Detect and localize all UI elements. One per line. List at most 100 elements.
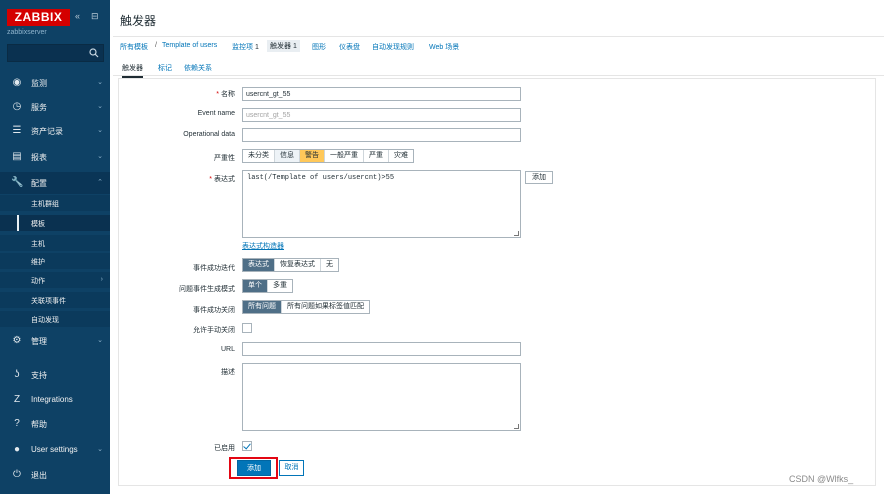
chevron-down-icon: ⌄	[97, 79, 103, 86]
expression-constructor-link[interactable]: 表达式构造器	[242, 241, 284, 251]
operational-data-input[interactable]	[242, 128, 521, 142]
submenu-label: 维护	[31, 259, 45, 266]
resize-handle-icon[interactable]	[514, 424, 519, 429]
submenu-host-groups[interactable]: 主机群组	[0, 195, 110, 211]
allow-manual-close-label: 允许手动关闭	[193, 327, 235, 334]
tab-tags[interactable]: 标记	[158, 63, 172, 73]
collapse-sidebar-icon[interactable]: «	[75, 11, 80, 21]
submenu-discovery[interactable]: 自动发现	[0, 311, 110, 327]
menu-label: 管理	[31, 337, 47, 346]
breadcrumb-template[interactable]: Template of users	[162, 42, 217, 49]
event-name-input[interactable]: usercnt_gt_55	[242, 108, 521, 122]
cancel-button[interactable]: 取消	[279, 460, 304, 476]
expression-textarea[interactable]: last(/Template of users/usercnt)>55	[242, 170, 521, 238]
chart-icon: ▤	[12, 151, 22, 162]
user-icon: ●	[13, 444, 21, 455]
description-textarea[interactable]	[242, 363, 521, 431]
name-label-text: 名称	[221, 91, 235, 98]
tab-dependencies[interactable]: 依赖关系	[184, 63, 212, 73]
triggers-label: 触发器	[270, 43, 291, 50]
menu-label: 服务	[31, 103, 47, 112]
severity-not-classified[interactable]: 未分类	[243, 150, 275, 162]
fullscreen-icon[interactable]: ⊟	[91, 11, 99, 22]
submenu-actions[interactable]: 动作 ›	[0, 272, 110, 288]
chevron-right-icon: ›	[100, 276, 103, 283]
breadcrumb-discovery[interactable]: 自动发现规则	[372, 42, 414, 52]
menu-configuration[interactable]: 🔧 配置 ⌃	[0, 172, 110, 194]
chevron-down-icon: ⌄	[97, 103, 103, 110]
severity-disaster[interactable]: 灾难	[389, 150, 413, 162]
help-icon: ?	[14, 418, 20, 429]
ok-event-generation-label: 事件成功迭代	[193, 265, 235, 272]
chevron-up-icon: ⌃	[97, 179, 103, 186]
name-input[interactable]: usercnt_gt_55	[242, 87, 521, 101]
menu-reports[interactable]: ▤ 报表 ⌄	[0, 146, 110, 168]
submenu-templates[interactable]: 模板	[0, 215, 110, 231]
breadcrumb-all-templates[interactable]: 所有模板	[120, 42, 148, 52]
menu-label: 监测	[31, 79, 47, 88]
sidebar-search-input[interactable]	[7, 44, 104, 62]
event-name-label: Event name	[197, 110, 235, 117]
search-icon[interactable]	[89, 47, 99, 59]
menu-administration[interactable]: ⚙ 管理 ⌄	[0, 330, 110, 352]
breadcrumb-dashboards[interactable]: 仪表盘	[339, 42, 360, 52]
menu-label: Integrations	[31, 395, 73, 404]
breadcrumb-web[interactable]: Web 场景	[429, 42, 459, 52]
page-title: 触发器	[120, 14, 157, 28]
menu-integrations[interactable]: Z Integrations	[0, 389, 110, 411]
ok-event-recovery-expression[interactable]: 恢复表达式	[275, 259, 321, 271]
add-button[interactable]: 添加	[237, 460, 271, 476]
menu-user-settings[interactable]: ● User settings ⌄	[0, 439, 110, 461]
menu-sign-out[interactable]: ⏻ 退出	[0, 464, 110, 486]
chevron-down-icon: ⌄	[97, 446, 103, 453]
add-expression-button[interactable]: 添加	[525, 171, 553, 184]
severity-high[interactable]: 严重	[364, 150, 389, 162]
tab-trigger[interactable]: 触发器	[122, 63, 143, 78]
submenu-maintenance[interactable]: 维护	[0, 253, 110, 269]
list-icon: ☰	[12, 125, 22, 136]
gear-icon: ⚙	[12, 335, 22, 346]
menu-inventory[interactable]: ☰ 资产记录 ⌄	[0, 120, 110, 142]
description-label: 描述	[221, 369, 235, 376]
ok-event-expression[interactable]: 表达式	[243, 259, 275, 271]
chevron-down-icon: ⌄	[97, 127, 103, 134]
menu-services[interactable]: ◷ 服务 ⌄	[0, 96, 110, 118]
submenu-label: 主机群组	[31, 201, 59, 208]
submenu-event-correlation[interactable]: 关联项事件	[0, 292, 110, 308]
problem-mode-single[interactable]: 单个	[243, 280, 268, 292]
submenu-label: 动作	[31, 278, 45, 285]
ok-closes-tag-match[interactable]: 所有问题如果标签值匹配	[282, 301, 369, 313]
menu-support[interactable]: ʖ 支持	[0, 364, 110, 386]
ok-event-none[interactable]: 无	[321, 259, 338, 271]
menu-label: 配置	[31, 179, 47, 188]
items-label: 监控项	[232, 44, 253, 51]
submenu-hosts[interactable]: 主机	[0, 235, 110, 251]
breadcrumb-separator: /	[155, 42, 157, 49]
severity-warning[interactable]: 警告	[300, 150, 325, 162]
menu-help[interactable]: ? 帮助	[0, 413, 110, 435]
expression-label-text: 表达式	[214, 176, 235, 183]
resize-handle-icon[interactable]	[514, 231, 519, 236]
url-input[interactable]	[242, 342, 521, 356]
ok-closes-all-problems[interactable]: 所有问题	[243, 301, 282, 313]
enabled-label: 已启用	[214, 445, 235, 452]
menu-label: 支持	[31, 371, 47, 380]
problem-mode-multiple[interactable]: 多重	[268, 280, 292, 292]
logo-row: ZABBIX « ⊟	[7, 9, 107, 27]
breadcrumb-triggers[interactable]: 触发器 1	[267, 40, 300, 52]
zabbix-logo[interactable]: ZABBIX	[7, 9, 70, 26]
severity-average[interactable]: 一般严重	[325, 150, 364, 162]
severity-information[interactable]: 信息	[275, 150, 300, 162]
expression-text: last(/Template of users/usercnt)>55	[247, 174, 395, 182]
enabled-checkbox[interactable]	[242, 441, 252, 451]
url-label: URL	[220, 346, 235, 353]
menu-label: 报表	[31, 153, 47, 162]
sidebar: ZABBIX « ⊟ zabbixserver ◉ 监测 ⌄ ◷ 服务 ⌄ ☰ …	[0, 0, 110, 494]
integrations-icon: Z	[13, 394, 21, 405]
power-icon: ⏻	[13, 469, 21, 480]
menu-monitoring[interactable]: ◉ 监测 ⌄	[0, 72, 110, 94]
allow-manual-close-checkbox[interactable]	[242, 323, 252, 333]
eye-icon: ◉	[12, 77, 22, 88]
breadcrumb-items[interactable]: 监控项 1	[232, 42, 259, 52]
breadcrumb-graphs[interactable]: 图形	[312, 42, 326, 52]
